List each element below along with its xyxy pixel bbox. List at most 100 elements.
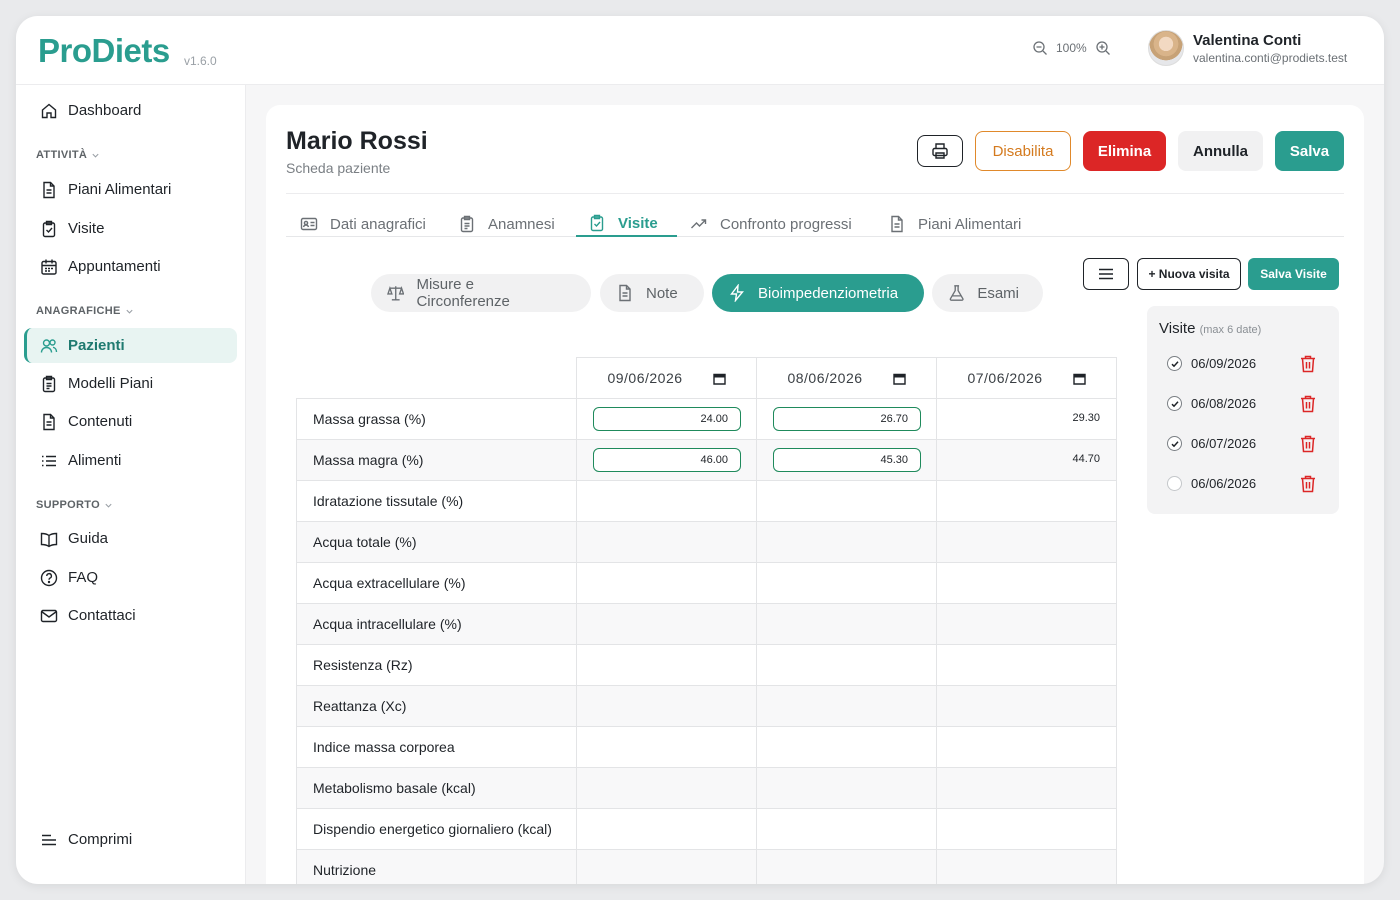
table-cell[interactable] [936, 480, 1117, 522]
date-field[interactable]: 09/06/2026 [577, 370, 756, 386]
zoom-in-icon[interactable] [1095, 40, 1111, 56]
zoom-out-icon[interactable] [1032, 40, 1048, 56]
avatar[interactable] [1148, 30, 1184, 66]
calendar-icon[interactable] [1072, 372, 1086, 385]
bioimpedance-table: 09/06/2026 08/06/2026 07/06/2026 Massa g… [296, 357, 1117, 884]
trash-icon[interactable] [1299, 474, 1317, 494]
row-label: Reattanza (Xc) [296, 685, 577, 727]
trash-icon[interactable] [1299, 354, 1317, 374]
sidebar-item-contents[interactable]: Contenuti [24, 404, 237, 439]
table-cell[interactable] [756, 521, 937, 563]
table-cell[interactable] [756, 603, 937, 645]
subtab-label: Bioimpedenziometria [758, 284, 899, 302]
clipboard-check-icon [42, 220, 56, 237]
visit-checkbox[interactable] [1167, 396, 1182, 411]
trash-icon[interactable] [1299, 394, 1317, 414]
sidebar-item-patients[interactable]: Pazienti [24, 328, 237, 363]
sidebar-item-faq[interactable]: FAQ [24, 560, 237, 595]
table-cell[interactable] [756, 849, 937, 884]
table-cell[interactable] [936, 603, 1117, 645]
value-input[interactable]: 45.30 [773, 448, 921, 472]
app-logo[interactable]: ProDiets [38, 32, 170, 70]
delete-button[interactable]: Elimina [1083, 131, 1166, 171]
sidebar-item-visits[interactable]: Visite [24, 211, 237, 246]
subtab-exams[interactable]: Esami [932, 274, 1043, 312]
table-cell[interactable] [936, 849, 1117, 884]
trash-icon[interactable] [1299, 434, 1317, 454]
sidebar-item-dashboard[interactable]: Dashboard [24, 93, 237, 128]
date-field[interactable]: 08/06/2026 [757, 370, 936, 386]
document-icon [43, 413, 55, 430]
section-label-support[interactable]: SUPPORTO [36, 499, 113, 511]
sidebar-item-contact[interactable]: Contattaci [24, 598, 237, 633]
table-cell[interactable] [936, 726, 1117, 768]
section-label-activities[interactable]: ATTIVITÀ [36, 149, 100, 161]
table-cell[interactable] [756, 562, 937, 604]
save-button[interactable]: Salva [1275, 131, 1344, 171]
table-cell[interactable] [576, 767, 757, 809]
tab-visits[interactable]: Visite [588, 210, 658, 236]
table-cell[interactable] [576, 562, 757, 604]
table-cell[interactable] [936, 521, 1117, 563]
visit-item: 06/06/2026 [1167, 475, 1315, 493]
table-cell[interactable] [756, 726, 937, 768]
table-cell[interactable] [756, 480, 937, 522]
tab-personal-data[interactable]: Dati anagrafici [300, 211, 426, 237]
date-column-header[interactable]: 09/06/2026 [576, 357, 757, 399]
subtab-label: Esami [977, 284, 1019, 302]
table-cell[interactable] [756, 685, 937, 727]
date-field[interactable]: 07/06/2026 [937, 370, 1116, 386]
tab-progress-comparison[interactable]: Confronto progressi [690, 211, 852, 237]
subtab-notes[interactable]: Note [600, 274, 704, 312]
table-cell[interactable] [936, 562, 1117, 604]
table-cell[interactable] [936, 767, 1117, 809]
sidebar: Dashboard ATTIVITÀ Piani Alimentari Visi… [16, 85, 246, 884]
value-input[interactable]: 24.00 [593, 407, 741, 431]
table-cell[interactable] [576, 521, 757, 563]
value-input[interactable]: 46.00 [593, 448, 741, 472]
date-column-header[interactable]: 07/06/2026 [936, 357, 1117, 399]
table-cell[interactable] [756, 644, 937, 686]
save-visits-button[interactable]: Salva Visite [1248, 258, 1339, 290]
table-cell[interactable] [576, 480, 757, 522]
subtab-measurements[interactable]: Misure e Circonferenze [371, 274, 591, 312]
table-cell[interactable] [576, 644, 757, 686]
print-button[interactable] [917, 135, 963, 167]
sidebar-item-appointments[interactable]: Appuntamenti [24, 249, 237, 284]
trending-up-icon [691, 219, 707, 229]
value-input[interactable]: 26.70 [773, 407, 921, 431]
disable-button[interactable]: Disabilita [975, 131, 1071, 171]
user-menu[interactable]: Valentina Conti valentina.conti@prodiets… [1148, 30, 1347, 66]
visit-checkbox[interactable] [1167, 476, 1182, 491]
table-cell[interactable] [576, 685, 757, 727]
table-cell[interactable] [576, 603, 757, 645]
date-column-header[interactable]: 08/06/2026 [756, 357, 937, 399]
subtab-bioimpedance[interactable]: Bioimpedenziometria [712, 274, 924, 312]
menu-button[interactable] [1083, 258, 1129, 290]
visit-checkbox[interactable] [1167, 436, 1182, 451]
visit-checkbox[interactable] [1167, 356, 1182, 371]
new-visit-button[interactable]: + Nuova visita [1137, 258, 1241, 290]
table-cell[interactable] [576, 849, 757, 884]
sidebar-item-foods[interactable]: Alimenti [24, 443, 237, 478]
calendar-icon[interactable] [892, 372, 906, 385]
table-cell[interactable] [756, 808, 937, 850]
calendar-icon[interactable] [712, 372, 726, 385]
table-cell[interactable] [756, 767, 937, 809]
sidebar-item-diet-plans[interactable]: Piani Alimentari [24, 172, 237, 207]
tab-diet-plans[interactable]: Piani Alimentari [888, 211, 1021, 237]
cancel-button[interactable]: Annulla [1178, 131, 1263, 171]
table-cell[interactable] [936, 644, 1117, 686]
sidebar-item-guide[interactable]: Guida [24, 521, 237, 556]
table-cell[interactable] [936, 685, 1117, 727]
id-card-icon [300, 217, 318, 231]
table-cell[interactable]: 44.70 [936, 439, 1117, 481]
table-cell[interactable]: 29.30 [936, 398, 1117, 440]
sidebar-item-plan-templates[interactable]: Modelli Piani [24, 366, 237, 401]
tab-anamnesis[interactable]: Anamnesi [458, 211, 555, 237]
table-cell[interactable] [936, 808, 1117, 850]
table-cell[interactable] [576, 808, 757, 850]
table-cell[interactable] [576, 726, 757, 768]
sidebar-collapse-button[interactable]: Comprimi [24, 822, 237, 857]
section-label-registry[interactable]: ANAGRAFICHE [36, 305, 134, 317]
